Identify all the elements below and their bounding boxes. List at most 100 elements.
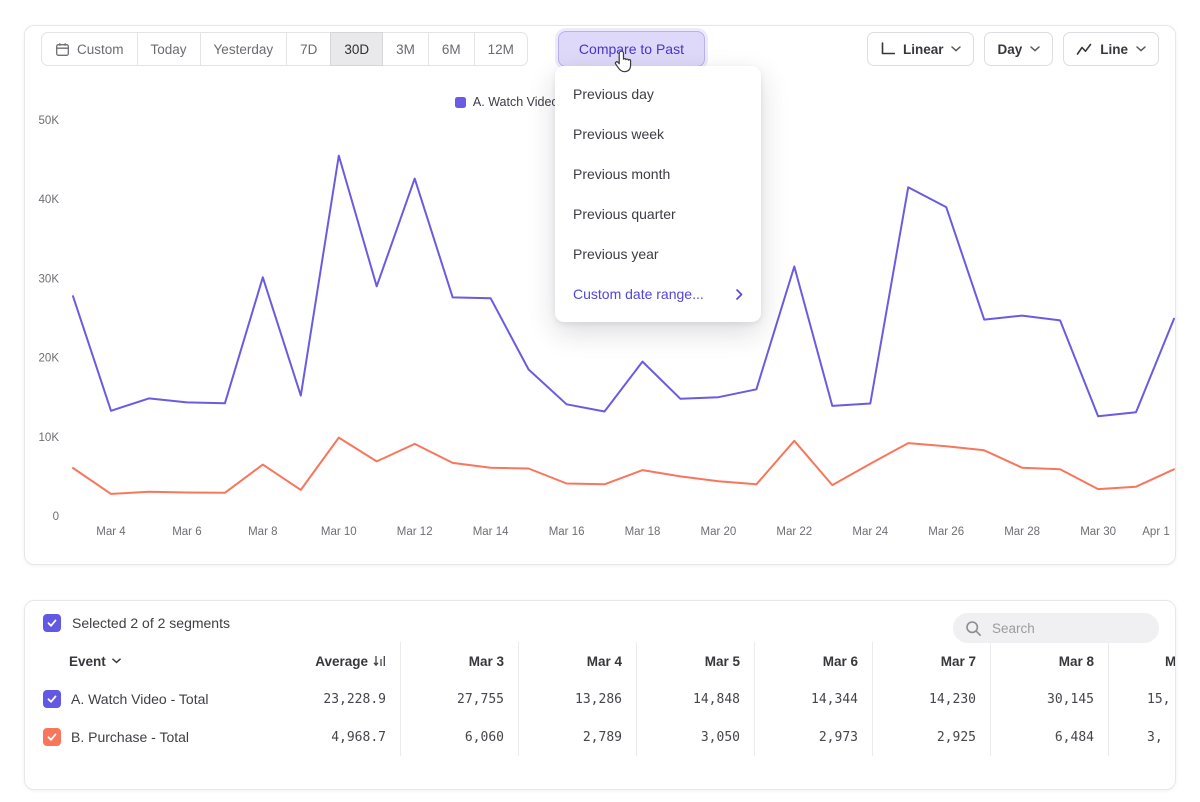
search-icon [965,620,982,637]
interval-dropdown-label: Day [997,42,1022,57]
chevron-down-icon [1030,46,1040,52]
range-button-label: 30D [344,42,369,57]
chart-type-dropdown-label: Line [1100,42,1128,57]
range-6m-button[interactable]: 6M [428,32,475,66]
date-column-header[interactable]: Mar 8 [991,642,1109,680]
value-cell: 30,145 [991,680,1109,718]
svg-text:30K: 30K [39,273,60,285]
value-cell-partial: 3, [1109,718,1176,756]
date-column-header[interactable]: Mar 7 [873,642,991,680]
svg-text:Mar 10: Mar 10 [321,526,357,538]
svg-text:Mar 8: Mar 8 [248,526,277,538]
menu-item-previous-month[interactable]: Previous month [555,154,761,194]
svg-text:Mar 18: Mar 18 [625,526,661,538]
date-range-group: Custom Today Yesterday 7D 30D 3M 6M 12M [41,32,528,66]
svg-text:10K: 10K [39,432,60,444]
menu-item-custom-date-range[interactable]: Custom date range... [555,274,761,314]
svg-text:Mar 30: Mar 30 [1080,526,1116,538]
value-cell: 14,230 [873,680,991,718]
segment-row-label-cell[interactable]: A. Watch Video - Total [25,680,305,718]
svg-text:Mar 26: Mar 26 [928,526,964,538]
range-custom-button[interactable]: Custom [41,32,138,66]
axis-icon [880,42,895,56]
segments-header: Selected 2 of 2 segments [25,601,1175,638]
average-header-label: Average [315,654,368,669]
svg-text:Mar 4: Mar 4 [96,526,126,538]
compare-to-past-menu: Previous dayPrevious weekPrevious monthP… [555,66,761,322]
chevron-down-icon [112,658,121,664]
svg-text:Mar 28: Mar 28 [1004,526,1040,538]
value-cell: 2,789 [519,718,637,756]
menu-item-label: Custom date range... [573,286,704,302]
segment-checkbox[interactable] [43,690,61,708]
sort-descending-icon [373,655,386,667]
select-all-checkbox[interactable] [43,614,61,632]
value-cell: 2,973 [755,718,873,756]
menu-item-previous-week[interactable]: Previous week [555,114,761,154]
menu-item-previous-day[interactable]: Previous day [555,74,761,114]
average-column-header[interactable]: Average [305,642,401,680]
range-today-button[interactable]: Today [137,32,201,66]
menu-item-previous-year[interactable]: Previous year [555,234,761,274]
search-input[interactable] [990,620,1120,637]
range-button-label: Yesterday [214,42,274,57]
range-button-label: 7D [300,42,317,57]
range-12m-button[interactable]: 12M [474,32,528,66]
scale-dropdown-label: Linear [903,42,944,57]
value-cell: 2,925 [873,718,991,756]
svg-text:Mar 20: Mar 20 [701,526,737,538]
svg-text:Apr 1: Apr 1 [1142,526,1170,538]
range-button-label: Today [151,42,187,57]
chart-type-dropdown[interactable]: Line [1063,32,1159,66]
value-cell: 14,848 [637,680,755,718]
value-cell: 3,050 [637,718,755,756]
legend-swatch [455,97,466,108]
line-chart-icon [1076,43,1092,56]
date-column-header[interactable]: Mar 4 [519,642,637,680]
segment-label: B. Purchase - Total [71,729,189,745]
segments-card: Selected 2 of 2 segments Event Average Mar… [24,600,1176,790]
event-header-label: Event [69,654,106,669]
value-cell-partial: 15, [1109,680,1176,718]
segment-label: A. Watch Video - Total [71,691,208,707]
value-cell: 27,755 [401,680,519,718]
segments-table: Event Average Mar 3Mar 4Mar 5Mar 6Mar 7Mar… [25,642,1176,756]
range-button-label: 12M [488,42,514,57]
date-column-header[interactable]: Mar 6 [755,642,873,680]
average-value-cell: 23,228.9 [305,680,401,718]
event-column-header[interactable]: Event [25,642,305,680]
range-3m-button[interactable]: 3M [382,32,429,66]
range-button-label: 3M [396,42,415,57]
menu-item-previous-quarter[interactable]: Previous quarter [555,194,761,234]
range-30d-button[interactable]: 30D [330,32,383,66]
date-column-header-partial: M [1109,642,1176,680]
analytics-dashboard: Custom Today Yesterday 7D 30D 3M 6M 12M Compare… [0,0,1200,802]
svg-text:50K: 50K [39,115,60,127]
interval-dropdown[interactable]: Day [984,32,1053,66]
selected-count-label: Selected 2 of 2 segments [72,615,230,631]
chevron-down-icon [1136,46,1146,52]
chart-toolbar: Custom Today Yesterday 7D 30D 3M 6M 12M Compare… [25,26,1175,68]
segment-checkbox[interactable] [43,728,61,746]
value-cell: 14,344 [755,680,873,718]
range-yesterday-button[interactable]: Yesterday [200,32,288,66]
compare-to-past-button[interactable]: Compare to Past [558,31,705,67]
svg-text:Mar 12: Mar 12 [397,526,433,538]
date-column-header[interactable]: Mar 5 [637,642,755,680]
scale-dropdown[interactable]: Linear [867,32,975,66]
svg-text:Mar 22: Mar 22 [776,526,812,538]
search-box [953,613,1159,643]
svg-text:Mar 24: Mar 24 [852,526,888,538]
value-cell: 13,286 [519,680,637,718]
svg-text:20K: 20K [39,353,60,365]
segment-row-label-cell[interactable]: B. Purchase - Total [25,718,305,756]
svg-text:Mar 16: Mar 16 [549,526,585,538]
svg-text:Mar 14: Mar 14 [473,526,509,538]
chevron-down-icon [951,46,961,52]
value-cell: 6,060 [401,718,519,756]
value-cell: 6,484 [991,718,1109,756]
date-column-header[interactable]: Mar 3 [401,642,519,680]
svg-text:Mar 6: Mar 6 [172,526,201,538]
range-7d-button[interactable]: 7D [286,32,331,66]
range-button-label: 6M [442,42,461,57]
